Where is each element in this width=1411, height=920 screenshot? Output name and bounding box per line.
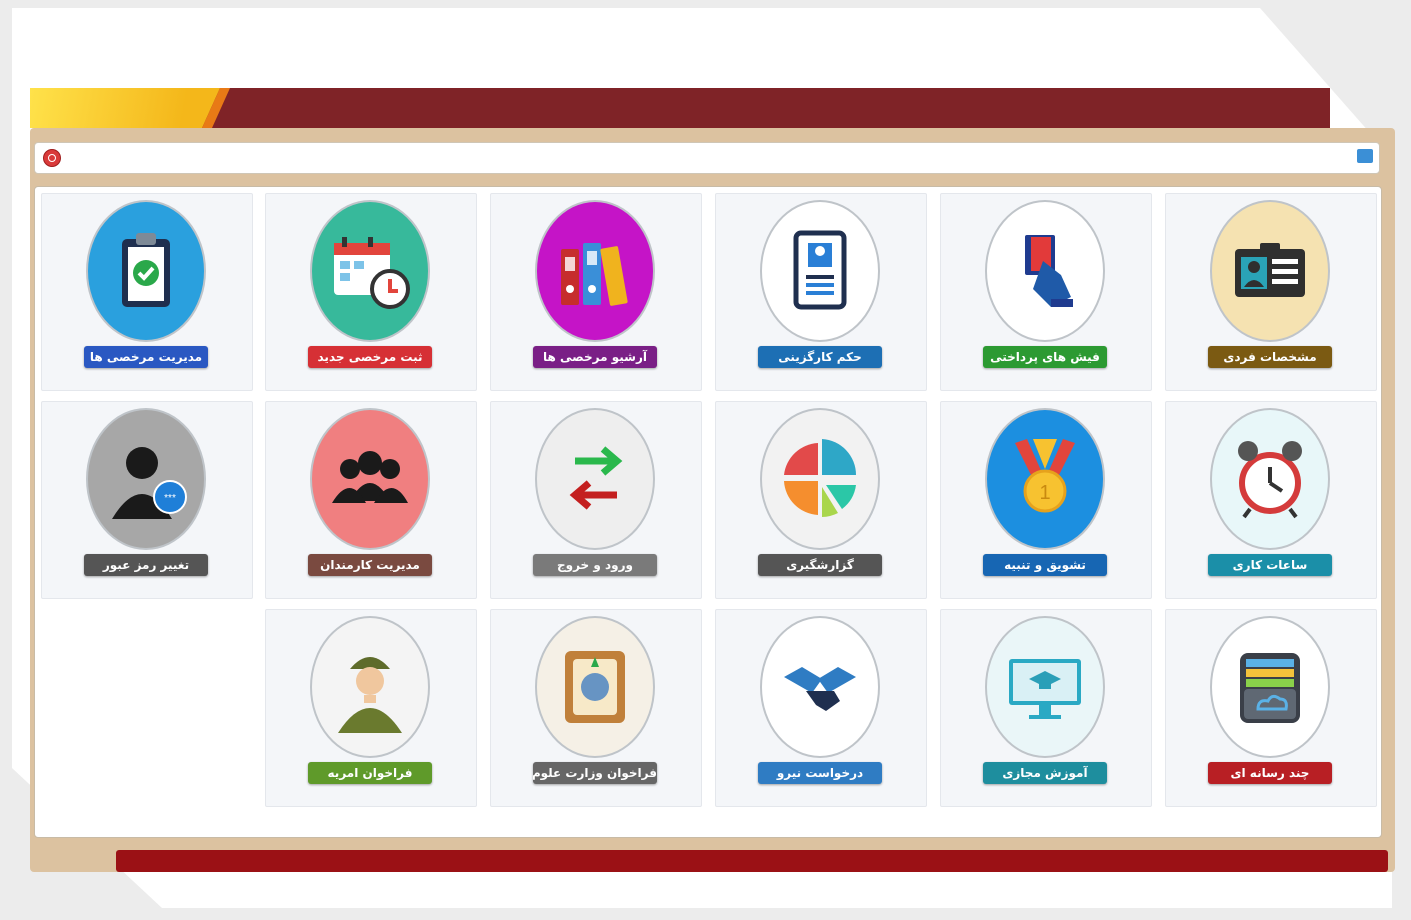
tile-label[interactable]: مدیریت کارمندان (308, 554, 432, 576)
id-card-icon[interactable] (1210, 200, 1330, 342)
dashboard-panel: مشخصات فردی فیش های پرداختی حکم کارگزینی آر… (34, 186, 1382, 838)
tile-label[interactable]: آرشیو مرخصی ها (533, 346, 657, 368)
toolbar (34, 142, 1380, 174)
dashboard-tile[interactable]: 1 تشویق و تنبیه (940, 401, 1152, 599)
tile-label[interactable]: ساعات کاری (1208, 554, 1332, 576)
employee-document-icon[interactable] (760, 200, 880, 342)
pie-chart-icon[interactable] (760, 408, 880, 550)
dashboard-tile[interactable]: آموزش مجازی (940, 609, 1152, 807)
dashboard-tile[interactable]: مشخصات فردی (1165, 193, 1377, 391)
medal-icon[interactable]: 1 (985, 408, 1105, 550)
dashboard-tile[interactable]: فراخوان وزارت علوم (490, 609, 702, 807)
dashboard-tile[interactable]: ورود و خروج (490, 401, 702, 599)
e-learning-icon[interactable] (985, 616, 1105, 758)
calendar-clock-icon[interactable] (310, 200, 430, 342)
logo[interactable] (30, 88, 220, 128)
tile-label[interactable]: تغییر رمز عبور (84, 554, 208, 576)
tile-label[interactable]: چند رسانه ای (1208, 762, 1332, 784)
dashboard-tile[interactable]: چند رسانه ای (1165, 609, 1377, 807)
dashboard-tile[interactable]: مدیریت مرخصی ها (41, 193, 253, 391)
tile-label[interactable]: گزارشگیری (758, 554, 882, 576)
dashboard-tile[interactable]: درخواست نیرو (715, 609, 927, 807)
dashboard-tile[interactable]: حکم کارگزینی (715, 193, 927, 391)
dashboard-tile[interactable]: آرشیو مرخصی ها (490, 193, 702, 391)
header-bar (30, 88, 1330, 128)
dashboard-tile[interactable]: مدیریت کارمندان (265, 401, 477, 599)
tile-label[interactable]: فیش های پرداختی (983, 346, 1107, 368)
people-group-icon[interactable] (310, 408, 430, 550)
dashboard-tile[interactable]: فیش های پرداختی (940, 193, 1152, 391)
alarm-clock-icon[interactable] (1210, 408, 1330, 550)
home-icon[interactable] (1357, 149, 1373, 163)
tile-label[interactable]: ورود و خروج (533, 554, 657, 576)
dashboard-tile[interactable]: فراخوان امریه (265, 609, 477, 807)
tile-label[interactable]: فراخوان وزارت علوم (533, 762, 657, 784)
tile-label[interactable]: حکم کارگزینی (758, 346, 882, 368)
tile-label[interactable]: مدیریت مرخصی ها (84, 346, 208, 368)
tile-label[interactable]: مشخصات فردی (1208, 346, 1332, 368)
binders-icon[interactable] (535, 200, 655, 342)
clipboard-check-icon[interactable] (86, 200, 206, 342)
dashboard-tile[interactable]: ساعات کاری (1165, 401, 1377, 599)
tile-label[interactable]: تشویق و تنبیه (983, 554, 1107, 576)
footer-bar (116, 850, 1388, 872)
svg-text:***: *** (164, 493, 176, 504)
logout-icon[interactable] (43, 149, 61, 167)
dashboard-tile[interactable]: گزارشگیری (715, 401, 927, 599)
user-password-icon[interactable]: *** (86, 408, 206, 550)
soldier-icon[interactable] (310, 616, 430, 758)
tile-label[interactable]: ثبت مرخصی جدید (308, 346, 432, 368)
cloud-folder-icon[interactable] (1210, 616, 1330, 758)
dashboard-tile[interactable]: ثبت مرخصی جدید (265, 193, 477, 391)
tile-label[interactable]: آموزش مجازی (983, 762, 1107, 784)
payslip-hand-icon[interactable] (985, 200, 1105, 342)
ministry-emblem-icon[interactable] (535, 616, 655, 758)
tile-label[interactable]: درخواست نیرو (758, 762, 882, 784)
dashboard-tile[interactable]: *** تغییر رمز عبور (41, 401, 253, 599)
enter-exit-arrows-icon[interactable] (535, 408, 655, 550)
app-window: مشخصات فردی فیش های پرداختی حکم کارگزینی آر… (30, 88, 1395, 872)
tile-label[interactable]: فراخوان امریه (308, 762, 432, 784)
svg-text:1: 1 (1039, 482, 1050, 504)
handshake-icon[interactable] (760, 616, 880, 758)
